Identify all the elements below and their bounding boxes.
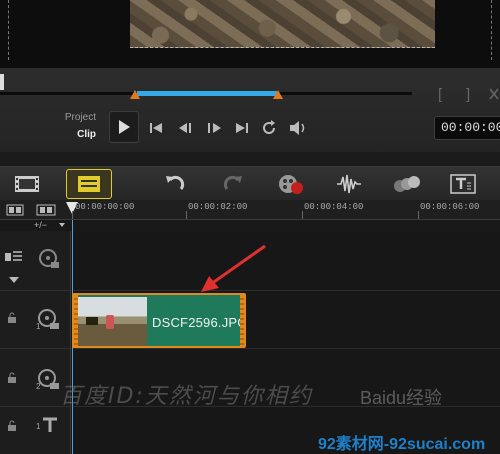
annotation-arrow-icon	[201, 244, 266, 292]
speaker-icon	[290, 121, 305, 135]
watermark-site: 92素材网-92sucai.com	[318, 436, 486, 453]
track-header-overlay-top	[0, 231, 71, 291]
mark-out-button[interactable]: ]	[466, 86, 470, 103]
trim-marker-out[interactable]	[273, 90, 283, 99]
video-track-icon[interactable]: 1	[34, 307, 64, 333]
track-subheader: +/−	[0, 220, 500, 231]
storyboard-view-button[interactable]	[4, 167, 50, 201]
record-capture-icon	[279, 175, 303, 194]
go-to-start-icon	[150, 123, 162, 133]
track-visibility-icon[interactable]	[38, 248, 60, 270]
lock-icon[interactable]	[6, 419, 18, 433]
sound-mixer-button[interactable]	[326, 167, 372, 201]
record-capture-button[interactable]	[268, 167, 314, 201]
undo-button[interactable]	[152, 167, 198, 201]
undo-icon	[166, 175, 185, 190]
mode-project[interactable]: Project	[65, 112, 96, 123]
track-headers-panel: 1 2 1	[0, 231, 71, 454]
timeline-view-button[interactable]	[66, 169, 112, 199]
timeline-toolbar	[0, 166, 500, 200]
go-to-end-icon	[236, 123, 248, 133]
title-track-icon[interactable]: 1	[36, 415, 64, 435]
scrubber-bar[interactable]	[0, 91, 412, 96]
watermark-brand: Baidu经验	[360, 388, 443, 408]
split-clip-icon[interactable]	[488, 86, 500, 102]
thumbnail-detail	[86, 317, 98, 325]
ruler-label-3: 00:00:06:00	[420, 202, 480, 212]
lock-icon[interactable]	[6, 371, 18, 385]
repeat-icon	[263, 120, 275, 134]
ruler-label-2: 00:00:04:00	[304, 202, 364, 212]
preview-safe-area-left	[0, 0, 9, 60]
timeline-view-icon	[78, 176, 100, 192]
overlay-lane-top[interactable]	[71, 231, 500, 291]
repeat-button[interactable]	[260, 119, 278, 137]
end-button[interactable]	[233, 120, 251, 136]
volume-button[interactable]	[287, 119, 309, 137]
track-header-video: 1	[0, 291, 71, 349]
next-frame-icon	[208, 123, 221, 133]
previous-frame-button[interactable]	[176, 120, 196, 136]
ruler-label-1: 00:00:02:00	[188, 202, 248, 212]
timecode-display[interactable]: 00:00:00	[434, 116, 500, 140]
panel-divider	[0, 152, 500, 166]
show-all-tracks-button[interactable]	[6, 203, 24, 217]
transport-panel: [ ] Project Clip 00:00:00	[0, 68, 500, 152]
audio-waveform-icon	[337, 174, 361, 194]
auto-music-button[interactable]	[384, 167, 430, 201]
watermark-text: 百度ID:天然河与你相约	[60, 384, 313, 409]
track-dropdown-icon[interactable]	[59, 223, 65, 227]
preview-window	[0, 0, 500, 68]
expand-arrow-icon[interactable]	[8, 275, 20, 285]
ruler-label-0: 00:00:00:00	[75, 202, 135, 212]
play-icon	[119, 120, 130, 134]
clip-thumbnail	[78, 297, 147, 346]
title-track-number: 1	[36, 422, 41, 431]
video-track-number: 1	[36, 322, 41, 331]
mode-clip[interactable]: Clip	[77, 129, 96, 140]
add-remove-tracks[interactable]: +/−	[34, 220, 47, 230]
redo-icon	[223, 175, 242, 190]
auto-music-icon	[394, 176, 420, 192]
film-strip-icon	[15, 176, 39, 192]
thumbnail-figure	[106, 315, 114, 329]
track-header-title: 1	[0, 407, 71, 454]
play-button[interactable]	[109, 111, 139, 143]
preview-image	[130, 0, 435, 48]
previous-frame-icon	[179, 123, 191, 133]
clip-trim-handle-right[interactable]	[240, 295, 244, 346]
mark-in-button[interactable]: [	[438, 86, 442, 103]
chapter-button[interactable]	[36, 203, 56, 217]
lock-icon[interactable]	[6, 311, 18, 325]
home-button[interactable]	[148, 120, 164, 136]
trim-selection	[137, 91, 277, 96]
next-frame-button[interactable]	[204, 120, 224, 136]
trim-marker-in[interactable]	[130, 90, 140, 99]
title-text-icon	[450, 174, 476, 194]
clip-name: DSCF2596.JPG	[152, 315, 246, 330]
film-frames-icon	[36, 204, 56, 216]
timeline-ruler[interactable]: 00:00:00:00 00:00:02:00 00:00:04:00 00:0…	[0, 200, 500, 220]
scrubber-playhead[interactable]	[0, 74, 4, 90]
ripple-editing-icon[interactable]	[4, 249, 24, 263]
title-button[interactable]	[440, 167, 486, 201]
redo-button[interactable]	[210, 167, 256, 201]
timeline-clip[interactable]: DSCF2596.JPG	[72, 293, 246, 348]
preview-safe-area-right	[491, 0, 500, 60]
track-manager-icon	[6, 204, 24, 216]
overlay-track-number: 2	[36, 382, 41, 391]
